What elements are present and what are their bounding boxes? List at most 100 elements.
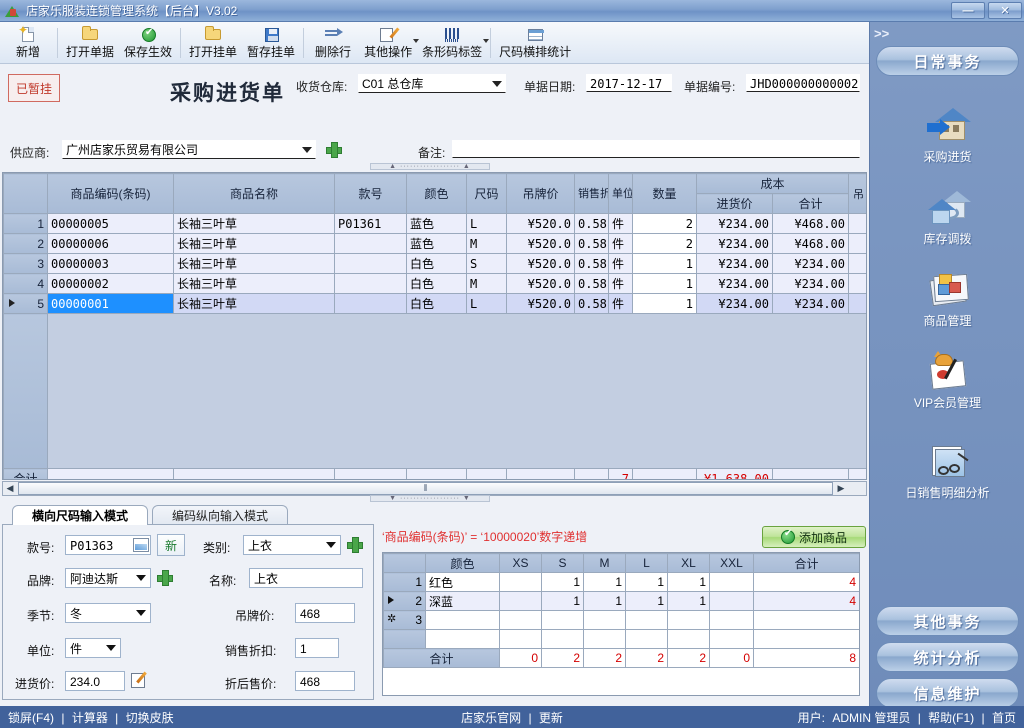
cell-color[interactable]: 白色 (406, 253, 467, 274)
mcol-m[interactable]: M (583, 553, 626, 573)
matrix-cell-l[interactable]: 1 (625, 572, 668, 592)
cell-cost-total[interactable]: ¥234.00 (771, 253, 850, 274)
official-site-link[interactable]: 店家乐官网 (461, 711, 521, 725)
matrix-cell-xl[interactable] (667, 610, 710, 630)
mcol-l[interactable]: L (625, 553, 668, 573)
date-input[interactable]: 2017-12-17 (586, 74, 672, 92)
matrix-row[interactable]: 2 深蓝 1 1 1 1 4 (383, 591, 859, 611)
table-row[interactable]: 3 00000003 长袖三叶草 白色 S ¥520.0 0.58 件 1 ¥2… (3, 253, 866, 274)
cell-tag-price[interactable]: ¥520.0 (506, 273, 575, 294)
matrix-cell-l[interactable]: 1 (625, 591, 668, 611)
col-product-code[interactable]: 商品编码(条码) (47, 173, 174, 214)
table-row[interactable]: 2 00000006 长袖三叶草 蓝色 M ¥520.0 0.58 件 2 ¥2… (3, 233, 866, 254)
scroll-thumb[interactable]: ⦀ (18, 482, 833, 495)
cell-cost-total[interactable]: ¥234.00 (771, 273, 850, 294)
chevron-down-icon[interactable] (136, 575, 146, 581)
docno-input[interactable]: JHD000000000002 (746, 74, 860, 92)
col-size[interactable]: 尺码 (466, 173, 507, 214)
cell-tag-price[interactable]: ¥520.0 (506, 253, 575, 274)
warehouse-select[interactable]: C01 总仓库 (358, 74, 506, 93)
update-link[interactable]: 更新 (539, 711, 563, 725)
cell-trailing[interactable] (848, 213, 866, 234)
toolbar-button-size-stats[interactable]: 尺码横排统计 (494, 23, 576, 63)
cell-color[interactable]: 蓝色 (406, 233, 467, 254)
cell-qty[interactable]: 1 (632, 293, 697, 314)
cell-cost-total[interactable]: ¥234.00 (771, 293, 850, 314)
cell-discount[interactable]: 0.58 (574, 213, 609, 234)
cell-discount[interactable]: 0.58 (574, 233, 609, 254)
sidebar-item-transfer[interactable]: 库存调拨 (870, 188, 1024, 247)
toolbar-button-open-hold[interactable]: 打开挂单 (184, 23, 242, 63)
matrix-cell-xs[interactable] (499, 591, 542, 611)
sidebar-item-vip[interactable]: VIP会员管理 (870, 351, 1024, 411)
add-brand-button[interactable] (157, 570, 173, 586)
cell-style[interactable]: P01361 (334, 213, 407, 234)
chevron-down-icon[interactable] (106, 645, 116, 651)
matrix-cell-m[interactable]: 1 (583, 572, 626, 592)
col-trailing[interactable]: 吊 (848, 173, 866, 214)
toolbar-button-open-doc[interactable]: 打开单据 (61, 23, 119, 63)
mcol-xxl[interactable]: XXL (709, 553, 754, 573)
cell-style[interactable] (334, 253, 407, 274)
cell-size[interactable]: L (466, 213, 507, 234)
sidebar-group-maintenance[interactable]: 信息维护 (876, 678, 1019, 708)
category-select[interactable]: 上衣 (243, 535, 341, 555)
collapse-sidebar-icon[interactable]: >> (874, 26, 889, 41)
cell-discount[interactable]: 0.58 (574, 293, 609, 314)
cell-tag-price[interactable]: ¥520.0 (506, 293, 575, 314)
matrix-cell-xxl[interactable] (709, 610, 754, 630)
cell-tag-price[interactable]: ¥520.0 (506, 233, 575, 254)
chevron-down-icon[interactable] (136, 610, 146, 616)
cell-trailing[interactable] (848, 273, 866, 294)
sidebar-group-daily[interactable]: 日常事务 (876, 46, 1019, 76)
cell-unit[interactable]: 件 (608, 293, 633, 314)
col-style-no[interactable]: 款号 (334, 173, 407, 214)
cell-tag-price[interactable]: ¥520.0 (506, 213, 575, 234)
cell-size[interactable]: L (466, 293, 507, 314)
cell-qty[interactable]: 1 (632, 253, 697, 274)
cell-cost-price[interactable]: ¥234.00 (696, 253, 773, 274)
cell-name[interactable]: 长袖三叶草 (173, 213, 335, 234)
matrix-cell-color[interactable]: 深蓝 (425, 591, 500, 611)
matrix-cell-xs[interactable] (499, 572, 542, 592)
tagprice-input[interactable]: 468 (295, 603, 355, 623)
bottom-splitter[interactable]: ▼ ·················· ▼ (370, 495, 490, 502)
matrix-cell-s[interactable] (541, 610, 584, 630)
scroll-right-icon[interactable]: ▶ (834, 483, 848, 494)
cell-code[interactable]: 00000005 (47, 213, 174, 234)
sidebar-group-other[interactable]: 其他事务 (876, 606, 1019, 636)
new-style-button[interactable]: 新 (157, 534, 185, 556)
matrix-new-row[interactable]: ✲ 3 (383, 610, 859, 630)
sidebar-group-statistics[interactable]: 统计分析 (876, 642, 1019, 672)
brand-select[interactable]: 阿迪达斯 (65, 568, 151, 588)
purchase-input[interactable]: 234.0 (65, 671, 125, 691)
cell-cost-price[interactable]: ¥234.00 (696, 213, 773, 234)
mcol-xl[interactable]: XL (667, 553, 710, 573)
toolbar-button-other-ops[interactable]: 其他操作 (359, 23, 420, 63)
matrix-cell-xl[interactable]: 1 (667, 572, 710, 592)
matrix-cell-s[interactable]: 1 (541, 591, 584, 611)
cell-color[interactable]: 蓝色 (406, 213, 467, 234)
cell-unit[interactable]: 件 (608, 273, 633, 294)
add-category-button[interactable] (347, 537, 363, 553)
cell-color[interactable]: 白色 (406, 273, 467, 294)
matrix-cell-m[interactable]: 1 (583, 591, 626, 611)
sidebar-item-daily-sales[interactable]: 日销售明细分析 (870, 442, 1024, 501)
remark-input[interactable] (452, 140, 860, 158)
discount-input[interactable]: 1 (295, 638, 339, 658)
cell-cost-price[interactable]: ¥234.00 (696, 293, 773, 314)
col-cost-price[interactable]: 进货价 (696, 193, 773, 214)
switch-skin-link[interactable]: 切换皮肤 (126, 711, 174, 725)
cell-size[interactable]: M (466, 233, 507, 254)
cell-unit[interactable]: 件 (608, 213, 633, 234)
close-button[interactable]: ✕ (988, 2, 1022, 19)
cell-code[interactable]: 00000006 (47, 233, 174, 254)
mcol-color[interactable]: 颜色 (425, 553, 500, 573)
col-discount[interactable]: 销售折扣 (574, 173, 609, 214)
unit-select[interactable]: 件 (65, 638, 121, 658)
size-matrix-grid[interactable]: 颜色 XS S M L XL XXL 合计 1 红色 1 1 1 1 4 2 深… (382, 552, 860, 696)
col-qty[interactable]: 数量 (632, 173, 697, 214)
cell-trailing[interactable] (848, 253, 866, 274)
toolbar-button-new[interactable]: ✦ 新增 (2, 23, 54, 63)
matrix-cell-color[interactable]: 红色 (425, 572, 500, 592)
